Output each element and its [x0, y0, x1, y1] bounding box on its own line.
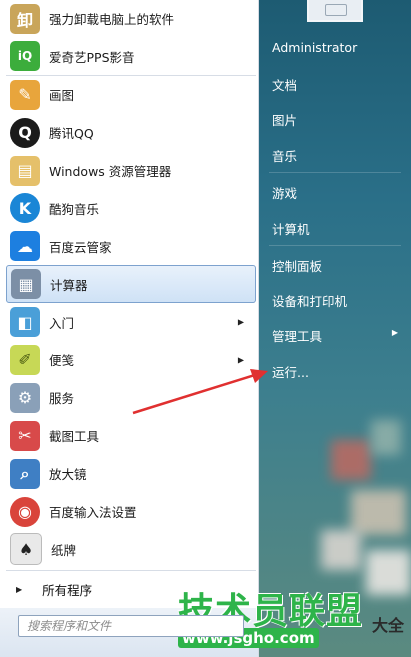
- program-label: 计算器: [50, 277, 88, 293]
- program-label: 百度输入法设置: [49, 505, 137, 521]
- right-item-control-panel[interactable]: 控制面板: [272, 256, 322, 275]
- program-item-solitaire[interactable]: ♠ 纸牌: [6, 530, 256, 568]
- program-label: 入门: [49, 315, 75, 331]
- program-label: 截图工具: [49, 429, 100, 445]
- program-item-snipping-tool[interactable]: ✂ 截图工具: [6, 417, 256, 455]
- program-item-calculator[interactable]: ▦ 计算器: [6, 265, 256, 304]
- right-item-administrator[interactable]: Administrator: [272, 40, 357, 55]
- right-item-computer[interactable]: 计算机: [272, 219, 310, 238]
- iqiyi-pps-icon: iQ: [10, 41, 40, 72]
- folder-explorer-icon: ▤: [10, 155, 40, 186]
- watermark-suffix: 大全: [372, 616, 405, 635]
- submenu-arrow-icon[interactable]: ▶: [238, 318, 244, 327]
- getting-started-icon: ◧: [10, 307, 40, 338]
- uninstall-box-icon: 卸: [10, 3, 40, 34]
- program-item-paint[interactable]: ✎ 画图: [6, 76, 256, 114]
- program-label: Windows 资源管理器: [49, 164, 172, 179]
- program-item-baidu-ime[interactable]: ◉ 百度输入法设置: [6, 493, 256, 531]
- snipping-tool-icon: ✂: [10, 420, 40, 451]
- program-label: 纸牌: [51, 542, 77, 558]
- right-item-documents[interactable]: 文档: [272, 75, 297, 94]
- sticky-notes-icon: ✐: [10, 344, 40, 375]
- program-item-services[interactable]: ⚙ 服务: [6, 379, 256, 417]
- kugou-icon: K: [10, 193, 40, 224]
- search-input[interactable]: 搜索程序和文件: [18, 615, 244, 637]
- program-item-sticky-notes[interactable]: ✐ 便笺 ▶: [6, 341, 256, 379]
- program-item-explorer[interactable]: ▤ Windows 资源管理器: [6, 152, 256, 190]
- baidu-ime-icon: ◉: [10, 496, 40, 527]
- right-separator: [269, 172, 401, 173]
- right-separator: [269, 245, 401, 246]
- program-label: 爱奇艺PPS影音: [49, 49, 135, 65]
- program-item-magnifier[interactable]: ⌕ 放大镜: [6, 455, 256, 493]
- program-list: 卸 强力卸载电脑上的软件 iQ 爱奇艺PPS影音 ✎ 画图 Q 腾讯QQ ▤ W…: [6, 0, 256, 568]
- start-menu-left-pane: 卸 强力卸载电脑上的软件 iQ 爱奇艺PPS影音 ✎ 画图 Q 腾讯QQ ▤ W…: [0, 0, 259, 657]
- services-gear-icon: ⚙: [10, 382, 40, 413]
- calculator-icon: ▦: [11, 269, 41, 300]
- program-label: 酷狗音乐: [49, 201, 100, 217]
- paint-palette-icon: ✎: [10, 79, 40, 110]
- user-picture-icon[interactable]: [307, 0, 363, 22]
- all-programs-label: 所有程序: [42, 582, 93, 598]
- right-item-music[interactable]: 音乐: [272, 146, 297, 165]
- program-item-getting-started[interactable]: ◧ 入门 ▶: [6, 303, 256, 341]
- right-item-devices-printers[interactable]: 设备和打印机: [272, 291, 347, 310]
- submenu-arrow-icon[interactable]: ▶: [238, 355, 244, 364]
- program-item-qq[interactable]: Q 腾讯QQ: [6, 114, 256, 152]
- right-item-pictures[interactable]: 图片: [272, 110, 297, 129]
- program-item-baidu-cloud[interactable]: ☁ 百度云管家: [6, 227, 256, 265]
- solitaire-cards-icon: ♠: [10, 533, 42, 566]
- right-item-admin-tools[interactable]: 管理工具 ▶: [272, 326, 398, 345]
- start-menu-right-pane: Administrator 文档 图片 音乐 游戏 计算机 控制面板 设备和打印…: [259, 0, 411, 657]
- program-label: 腾讯QQ: [49, 126, 94, 142]
- right-item-run[interactable]: 运行...: [272, 362, 309, 381]
- program-label: 便笺: [49, 353, 75, 369]
- program-label: 放大镜: [49, 467, 87, 483]
- program-label: 强力卸载电脑上的软件: [49, 12, 175, 28]
- program-label: 画图: [49, 88, 75, 104]
- right-arrow-icon: ▶: [16, 584, 23, 594]
- right-item-games[interactable]: 游戏: [272, 183, 297, 202]
- program-item-kugou[interactable]: K 酷狗音乐: [6, 189, 256, 227]
- admin-tools-label: 管理工具: [272, 329, 323, 344]
- program-label: 百度云管家: [49, 239, 112, 255]
- program-label: 服务: [49, 391, 75, 407]
- search-placeholder: 搜索程序和文件: [27, 619, 112, 633]
- baidu-cloud-icon: ☁: [10, 231, 40, 262]
- magnifier-icon: ⌕: [10, 458, 40, 489]
- program-item-uninstaller[interactable]: 卸 强力卸载电脑上的软件: [6, 0, 256, 38]
- qq-penguin-icon: Q: [10, 117, 40, 148]
- program-item-iqiyi[interactable]: iQ 爱奇艺PPS影音: [6, 38, 256, 76]
- submenu-arrow-icon: ▶: [391, 328, 398, 337]
